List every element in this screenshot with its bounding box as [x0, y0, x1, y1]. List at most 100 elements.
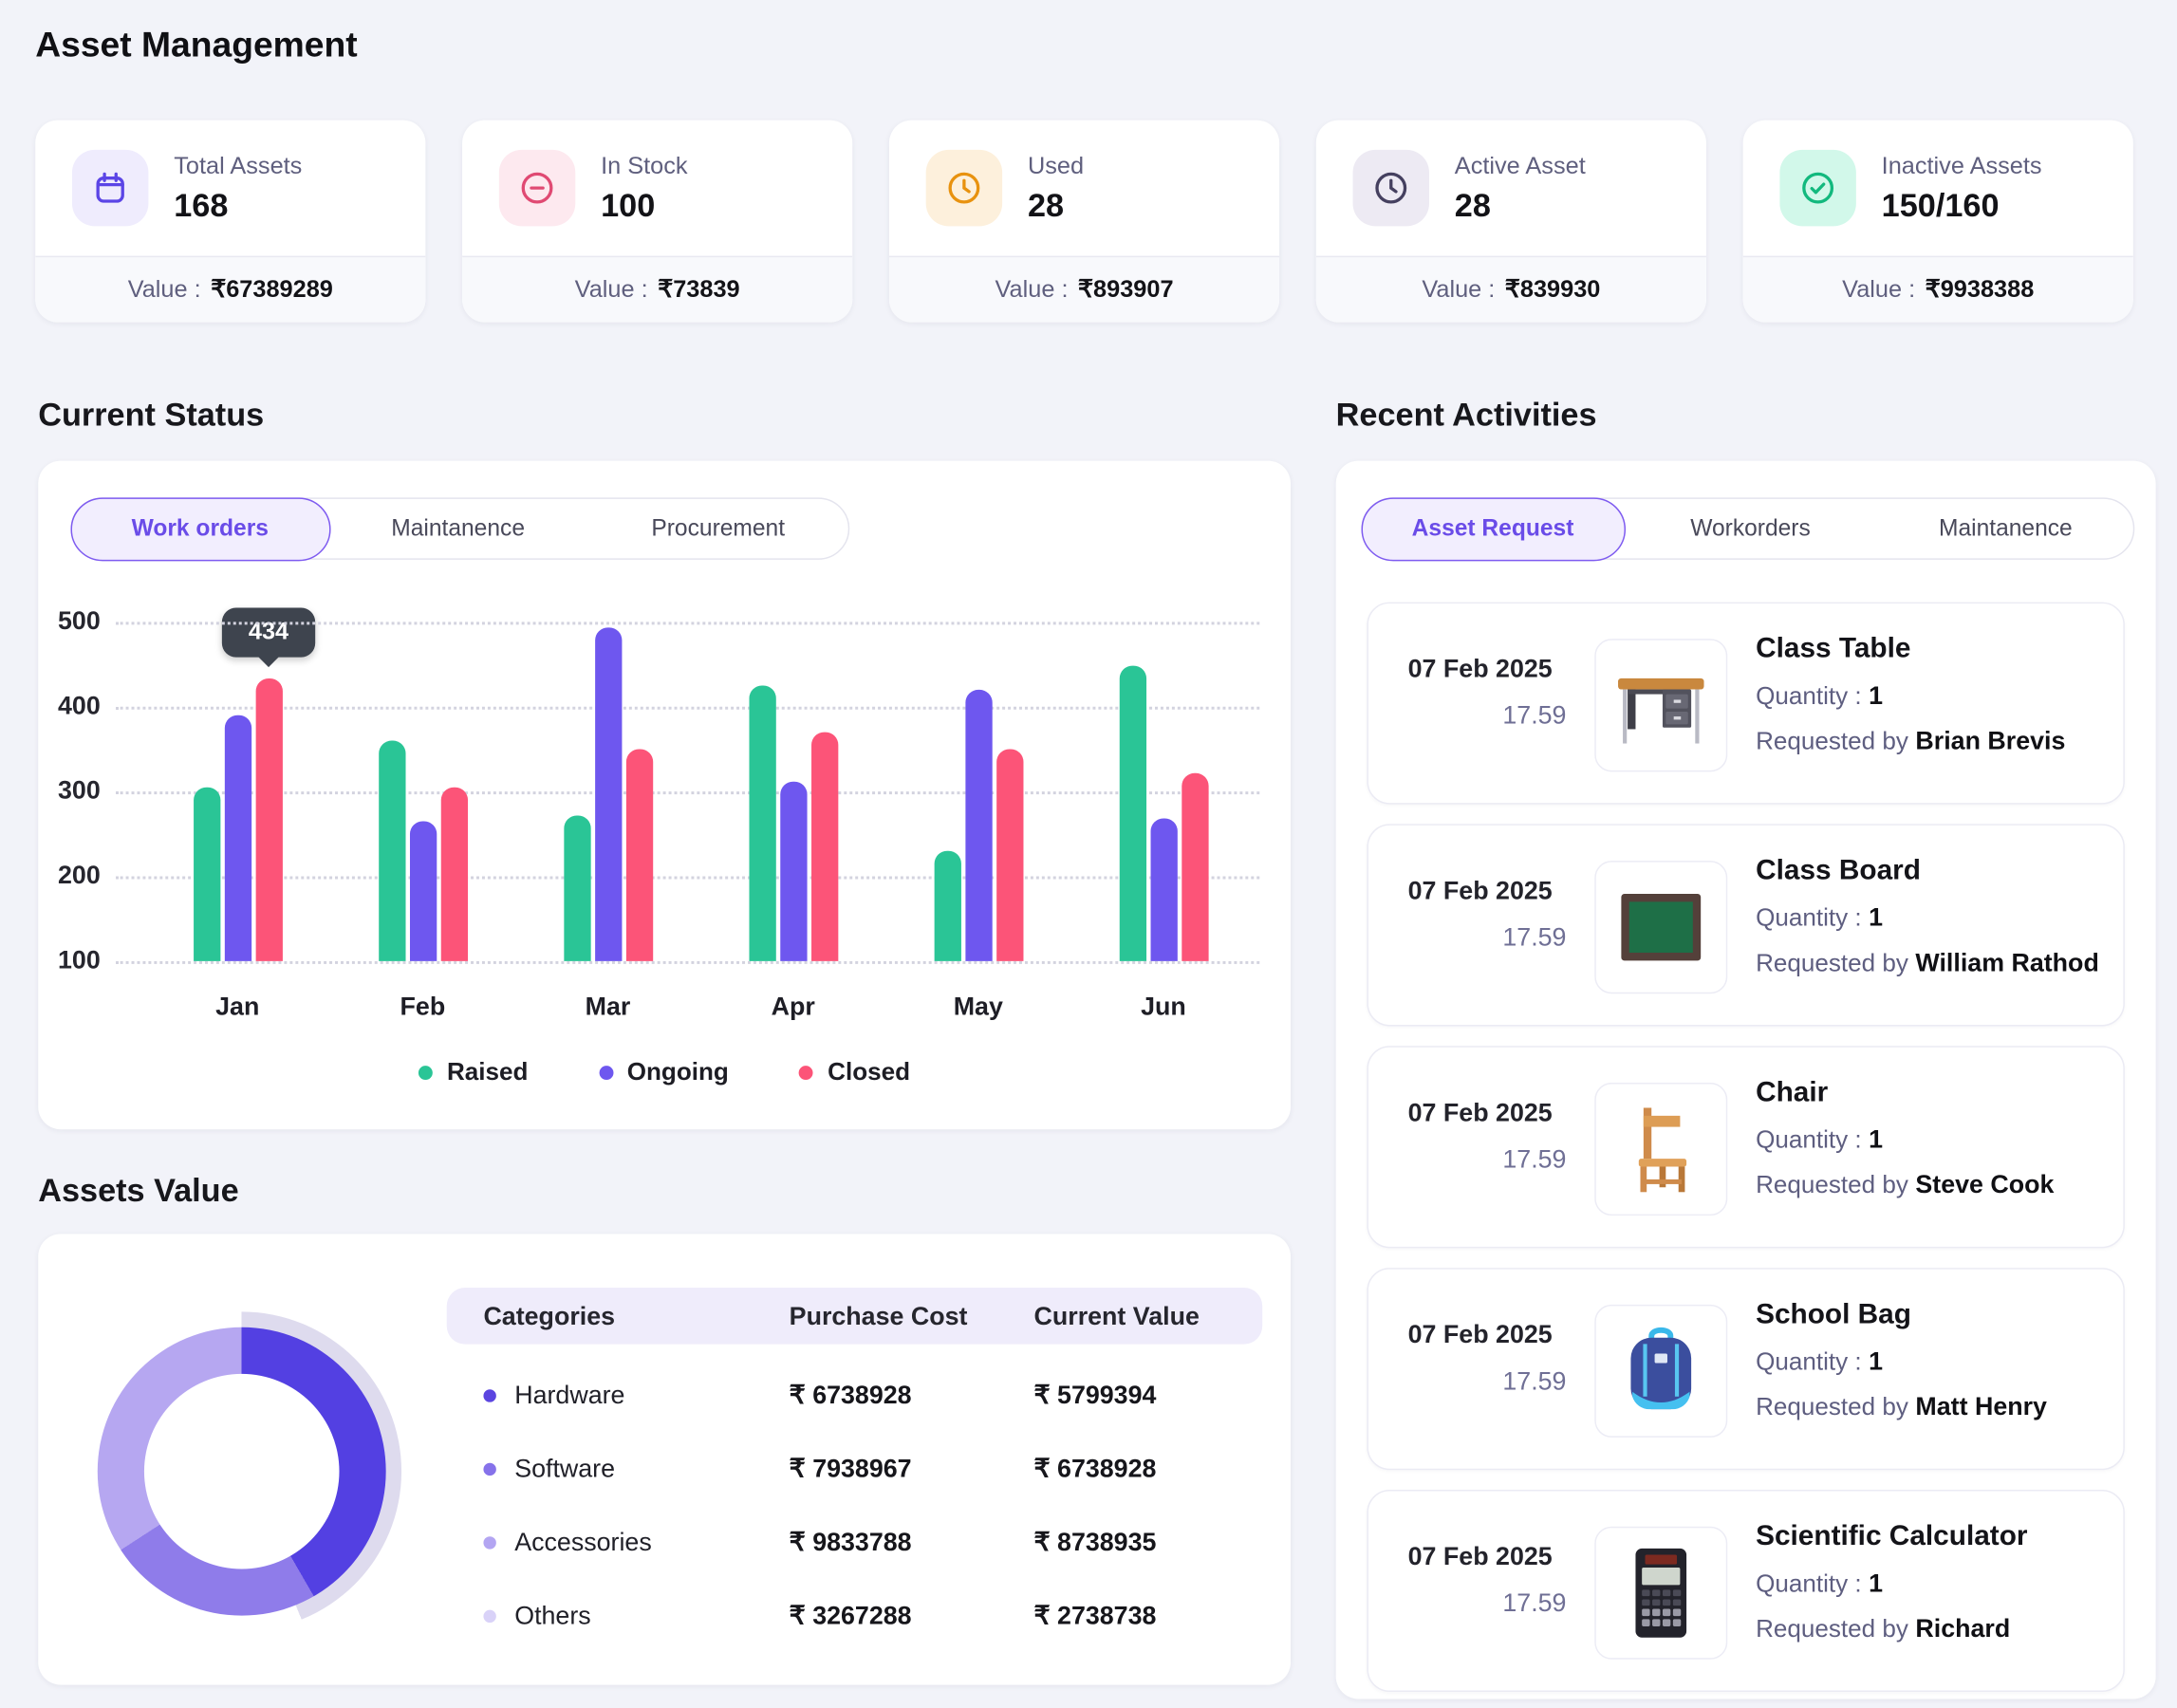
tab-procurement[interactable]: Procurement — [588, 499, 848, 559]
legend-item-closed[interactable]: Closed — [799, 1057, 910, 1086]
current-status-tabs: Work orders Maintanence Procurement — [70, 497, 849, 560]
stat-count: 150/160 — [1882, 186, 2042, 224]
stat-card-active-asset: Active Asset 28 Value :₹839930 — [1316, 121, 1706, 323]
bar-mar-ongoing[interactable] — [594, 628, 621, 961]
x-axis-label: Feb — [400, 993, 446, 1022]
bar-feb-closed[interactable] — [440, 788, 467, 961]
x-axis-label: Apr — [772, 993, 815, 1022]
stat-count: 28 — [1028, 186, 1084, 224]
bar-jan-ongoing[interactable] — [224, 715, 251, 961]
stat-label: In Stock — [601, 152, 687, 180]
stat-value: Value :₹893907 — [889, 256, 1279, 323]
recent-activities-tabs: Asset Request Workorders Maintanence — [1361, 497, 2134, 560]
gridline — [116, 622, 1259, 624]
table-row: Software ₹ 7938967 ₹ 6738928 — [447, 1432, 1262, 1505]
table-row: Accessories ₹ 9833788 ₹ 8738935 — [447, 1505, 1262, 1578]
legend-item-ongoing[interactable]: Ongoing — [599, 1057, 729, 1086]
bar-feb-ongoing[interactable] — [409, 821, 436, 960]
assets-value-title: Assets Value — [38, 1172, 238, 1210]
tab-asset-request[interactable]: Asset Request — [1361, 497, 1626, 561]
column-header-purchase-cost: Purchase Cost — [790, 1301, 1034, 1330]
x-axis-label: Jun — [1141, 993, 1186, 1022]
item-name: Class Table — [1756, 633, 2065, 665]
bar-jan-closed[interactable] — [255, 678, 282, 961]
item-date: 07 Feb 2025 — [1408, 1320, 1570, 1349]
gridline — [116, 791, 1259, 794]
item-quantity: Quantity :1 — [1756, 903, 2099, 933]
bar-may-raised[interactable] — [934, 851, 960, 961]
tab-maintanence-right[interactable]: Maintanence — [1878, 499, 2133, 559]
bar-apr-ongoing[interactable] — [780, 781, 807, 960]
item-date: 07 Feb 2025 — [1408, 1542, 1570, 1571]
stat-card-total-assets: Total Assets 168 Value :₹67389289 — [35, 121, 425, 323]
x-axis-label: May — [954, 993, 1003, 1022]
stat-value: Value :₹73839 — [462, 256, 852, 323]
legend-item-raised[interactable]: Raised — [419, 1057, 528, 1086]
gridline — [116, 707, 1259, 710]
x-axis-label: Jan — [215, 993, 259, 1022]
bar-may-ongoing[interactable] — [965, 690, 992, 961]
clock-icon — [926, 150, 1002, 226]
stat-label: Inactive Assets — [1882, 152, 2042, 180]
scientific-calculator-image — [1594, 1527, 1727, 1660]
item-time: 17.59 — [1408, 1588, 1570, 1618]
table-row: Hardware ₹ 6738928 ₹ 5799394 — [447, 1359, 1262, 1432]
gridline — [116, 961, 1259, 964]
category-dot — [483, 1609, 495, 1622]
stat-count: 28 — [1455, 186, 1586, 224]
y-axis-tick: 500 — [38, 606, 101, 636]
item-time: 17.59 — [1408, 1366, 1570, 1396]
x-axis-label: Mar — [586, 993, 631, 1022]
bar-jan-raised[interactable] — [193, 788, 219, 961]
item-date: 07 Feb 2025 — [1408, 1098, 1570, 1127]
bar-feb-raised[interactable] — [378, 741, 404, 961]
bar-may-closed[interactable] — [995, 749, 1022, 960]
bar-apr-closed[interactable] — [810, 733, 837, 961]
class-board-image — [1594, 861, 1727, 993]
stat-count: 168 — [174, 186, 302, 224]
bar-jun-raised[interactable] — [1119, 666, 1145, 961]
calendar-icon — [72, 150, 148, 226]
stat-value: Value :₹839930 — [1316, 256, 1706, 323]
bar-apr-raised[interactable] — [749, 685, 775, 960]
page-title: Asset Management — [35, 26, 357, 66]
y-axis-tick: 100 — [38, 946, 101, 975]
y-axis-tick: 200 — [38, 861, 101, 890]
bar-mar-closed[interactable] — [625, 749, 652, 960]
activity-item-class-table[interactable]: 07 Feb 202517.59 Class Table Quantity :1… — [1367, 603, 2124, 805]
tab-workorders[interactable]: Workorders — [1623, 499, 1878, 559]
item-requested-by: Requested byWilliam Rathod — [1756, 949, 2099, 978]
assets-value-table: Categories Purchase Cost Current Value H… — [447, 1288, 1262, 1652]
recent-activities-card: Asset Request Workorders Maintanence 07 … — [1336, 461, 2156, 1699]
y-axis-tick: 300 — [38, 776, 101, 806]
bar-mar-raised[interactable] — [564, 815, 590, 961]
table-row: Others ₹ 3267288 ₹ 2738738 — [447, 1579, 1262, 1652]
asset-management-dashboard: Asset Management Total Assets 168 Value … — [0, 0, 2177, 1707]
chart-tooltip: 434 — [222, 607, 315, 657]
stat-card-used: Used 28 Value :₹893907 — [889, 121, 1279, 323]
category-dot — [483, 1535, 495, 1548]
item-time: 17.59 — [1408, 1145, 1570, 1175]
category-dot — [483, 1389, 495, 1402]
activity-item-school-bag[interactable]: 07 Feb 202517.59 School Bag Quantity :1 … — [1367, 1268, 2124, 1470]
current-status-card: Work orders Maintanence Procurement 434 … — [38, 461, 1291, 1130]
item-time: 17.59 — [1408, 701, 1570, 731]
check-circle-icon — [1779, 150, 1855, 226]
tab-maintanence[interactable]: Maintanence — [328, 499, 588, 559]
stat-card-inactive-assets: Inactive Assets 150/160 Value :₹9938388 — [1743, 121, 2133, 323]
class-table-image — [1594, 639, 1727, 771]
activity-item-class-board[interactable]: 07 Feb 202517.59 Class Board Quantity :1… — [1367, 824, 2124, 1026]
tab-work-orders[interactable]: Work orders — [70, 497, 330, 561]
stat-label: Used — [1028, 152, 1084, 180]
bar-jun-closed[interactable] — [1182, 773, 1208, 961]
item-name: Chair — [1756, 1077, 2054, 1109]
item-requested-by: Requested byRichard — [1756, 1614, 2027, 1643]
school-bag-image — [1594, 1305, 1727, 1438]
bar-jun-ongoing[interactable] — [1150, 819, 1177, 961]
table-header-row: Categories Purchase Cost Current Value — [447, 1288, 1262, 1345]
activity-item-scientific-calculator[interactable]: 07 Feb 202517.59 Scientific Calculator Q… — [1367, 1490, 2124, 1692]
stat-value: Value :₹67389289 — [35, 256, 425, 323]
activity-item-chair[interactable]: 07 Feb 202517.59 Chair Quantity :1 Reque… — [1367, 1046, 2124, 1248]
item-name: Class Board — [1756, 855, 2099, 887]
item-name: Scientific Calculator — [1756, 1521, 2027, 1553]
